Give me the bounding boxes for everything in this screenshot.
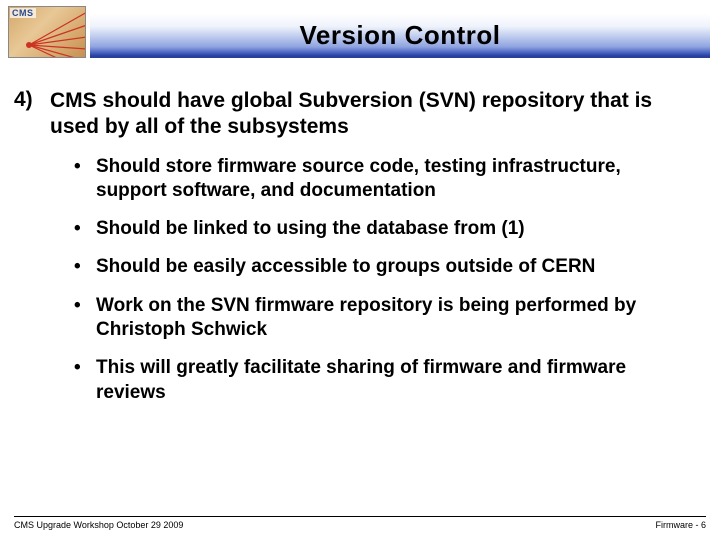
footer-right: Firmware - 6: [655, 520, 706, 530]
bullet-list: Should store firmware source code, testi…: [14, 155, 690, 406]
title-bar: Version Control: [90, 14, 710, 58]
list-item: This will greatly facilitate sharing of …: [74, 356, 690, 405]
main-point: 4) CMS should have global Subversion (SV…: [14, 88, 690, 141]
main-point-text: CMS should have global Subversion (SVN) …: [50, 88, 690, 141]
list-item: Should be linked to using the database f…: [74, 217, 690, 241]
list-item: Work on the SVN firmware repository is b…: [74, 294, 690, 343]
footer-left: CMS Upgrade Workshop October 29 2009: [14, 520, 183, 530]
slide-header: CMS Version Control: [0, 0, 720, 68]
slide-footer: CMS Upgrade Workshop October 29 2009 Fir…: [14, 516, 706, 530]
slide-title: Version Control: [299, 20, 500, 51]
slide-content: 4) CMS should have global Subversion (SV…: [0, 68, 720, 405]
cms-logo: CMS: [8, 6, 86, 58]
list-item: Should store firmware source code, testi…: [74, 155, 690, 204]
list-item: Should be easily accessible to groups ou…: [74, 255, 690, 279]
logo-text: CMS: [10, 8, 36, 18]
main-point-number: 4): [14, 88, 50, 141]
